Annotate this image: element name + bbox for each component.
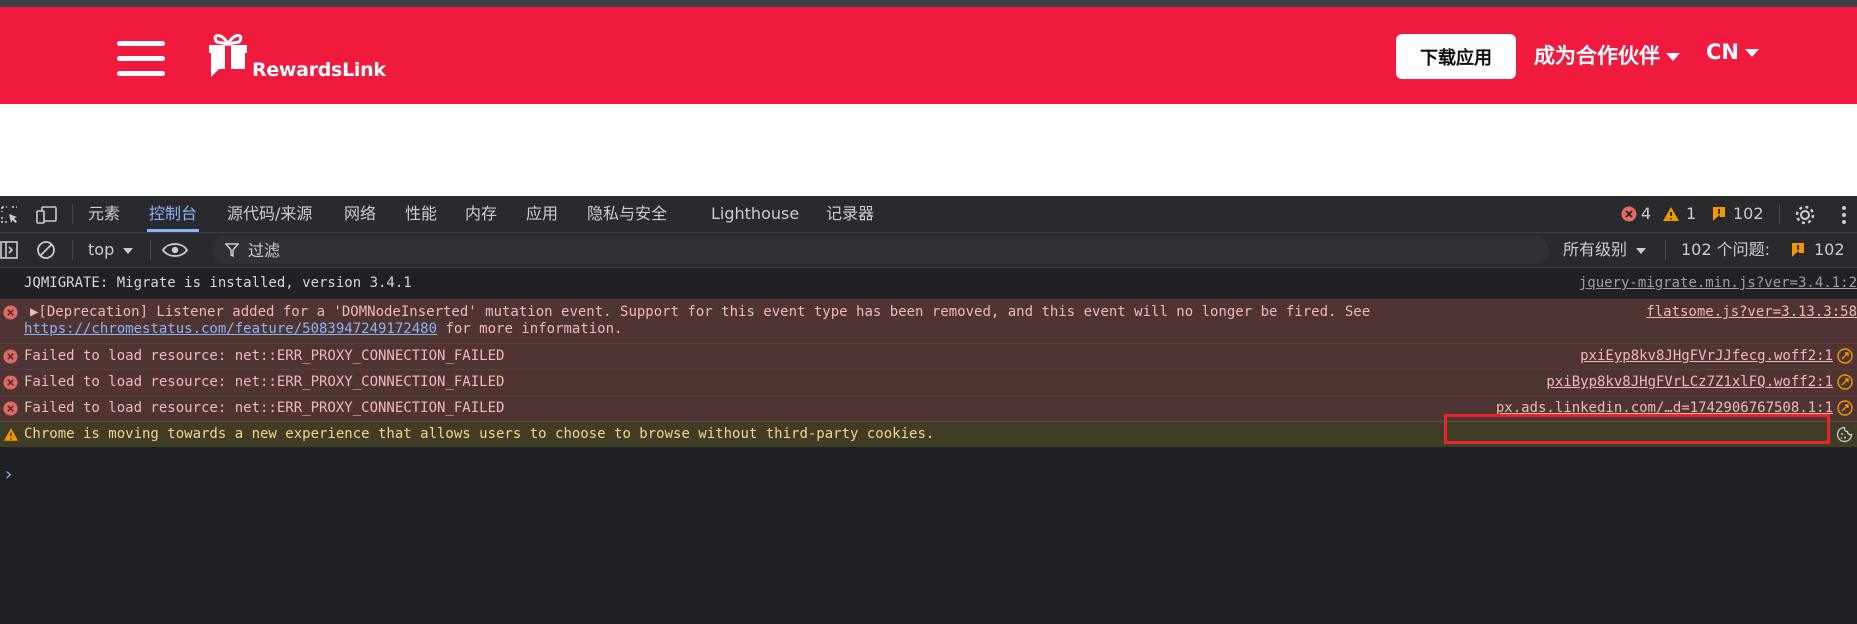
warning-icon	[1663, 207, 1679, 221]
chevron-down-icon	[1666, 53, 1680, 61]
devtools-panel: 元素 控制台 源代码/来源 网络 性能 内存 应用 隐私与安全 Lighthou…	[0, 196, 1857, 624]
divider	[72, 204, 73, 224]
console-message-text[interactable]: ▶[Deprecation] Listener added for a 'DOM…	[30, 304, 1370, 320]
brand-logo[interactable]: RewardsLink	[203, 27, 386, 87]
issues-icon	[1713, 207, 1725, 221]
console-message-tail: for more information.	[437, 321, 623, 337]
console-message-text: Failed to load resource: net::ERR_PROXY_…	[24, 348, 505, 364]
tab-memory[interactable]: 内存	[465, 196, 497, 232]
console-filterbar: top 所有级别 102 个问题: 102	[0, 233, 1857, 268]
sidebar-toggle-icon[interactable]	[0, 241, 18, 259]
tab-sources[interactable]: 源代码/来源	[227, 196, 312, 232]
filter-funnel-icon	[225, 243, 239, 257]
console-source-link[interactable]: pxiEyp8kv8JHgFVrJJfecg.woff2:1	[1580, 348, 1833, 364]
more-options-icon[interactable]	[1839, 204, 1849, 226]
highlight-annotation-box	[1444, 414, 1830, 444]
divider	[72, 240, 73, 260]
console-source-link[interactable]: flatsome.js?ver=3.13.3:58	[1646, 304, 1857, 320]
error-icon	[3, 305, 18, 320]
console-message-text: JQMIGRATE: Migrate is installed, version…	[24, 275, 412, 291]
gift-icon	[209, 34, 247, 77]
settings-gear-icon[interactable]	[1794, 204, 1816, 226]
become-partner-menu[interactable]: 成为合作伙伴	[1534, 40, 1680, 70]
network-request-icon[interactable]	[1837, 400, 1853, 416]
divider	[1779, 204, 1780, 224]
log-level-selector[interactable]: 所有级别	[1563, 233, 1647, 267]
filter-box[interactable]	[212, 236, 1549, 264]
console-message-text: Failed to load resource: net::ERR_PROXY_…	[24, 374, 505, 390]
tab-network[interactable]: 网络	[344, 196, 376, 232]
device-toolbar-icon[interactable]	[36, 205, 58, 225]
filter-input[interactable]	[248, 236, 1528, 264]
download-app-button[interactable]: 下载应用	[1396, 34, 1516, 79]
error-count[interactable]: 4	[1641, 196, 1651, 232]
tab-performance[interactable]: 性能	[405, 196, 437, 232]
language-menu[interactable]: CN	[1706, 40, 1759, 64]
live-expression-eye-icon[interactable]	[162, 242, 188, 258]
chromestatus-link[interactable]: https://chromestatus.com/feature/5083947…	[24, 321, 437, 337]
context-label: top	[88, 240, 115, 259]
tab-elements[interactable]: 元素	[88, 196, 120, 232]
tab-recorder[interactable]: 记录器	[826, 196, 874, 232]
context-selector[interactable]: top	[88, 233, 134, 267]
error-icon	[3, 375, 18, 390]
tab-lighthouse[interactable]: Lighthouse	[711, 196, 799, 232]
tab-application[interactable]: 应用	[526, 196, 558, 232]
tab-console[interactable]: 控制台	[146, 196, 200, 232]
console-message-info: JQMIGRATE: Migrate is installed, version…	[0, 270, 1857, 298]
divider	[1665, 240, 1666, 260]
inspect-element-icon[interactable]	[0, 205, 20, 225]
warning-count[interactable]: 1	[1686, 196, 1696, 232]
network-request-icon[interactable]	[1837, 374, 1853, 390]
console-prompt[interactable]: ›	[3, 464, 14, 485]
clear-console-icon[interactable]	[36, 240, 56, 260]
console-message-error: ▶[Deprecation] Listener added for a 'DOM…	[0, 299, 1857, 343]
site-header: RewardsLink 下载应用 成为合作伙伴 CN	[0, 7, 1857, 104]
issues-count[interactable]: 102	[1733, 196, 1764, 232]
error-icon	[3, 401, 18, 416]
issues-label[interactable]: 102 个问题:	[1681, 233, 1770, 267]
warning-icon	[3, 428, 19, 441]
menu-icon[interactable]	[117, 38, 167, 78]
tab-privacy-security[interactable]: 隐私与安全	[587, 196, 667, 232]
divider	[150, 240, 151, 260]
dropdown-arrow-icon	[1636, 247, 1647, 254]
error-icon	[3, 349, 18, 364]
brand-name: RewardsLink	[252, 59, 386, 81]
console-source-link[interactable]: jquery-migrate.min.js?ver=3.4.1:2	[1579, 275, 1857, 291]
dropdown-arrow-icon	[123, 247, 134, 254]
console-message-text: Chrome is moving towards a new experienc…	[24, 426, 935, 442]
language-label: CN	[1706, 40, 1739, 64]
browser-top-strip	[0, 0, 1857, 7]
issues-count-filterbar[interactable]: 102	[1814, 233, 1845, 267]
console-source-link[interactable]: pxiByp8kv8JHgFVrLCz7Z1xlFQ.woff2:1	[1546, 374, 1833, 390]
log-level-label: 所有级别	[1563, 240, 1628, 259]
error-icon	[1621, 206, 1637, 222]
console-message-continued: https://chromestatus.com/feature/5083947…	[24, 321, 622, 337]
cookie-icon[interactable]	[1836, 426, 1853, 443]
console-message-text: Failed to load resource: net::ERR_PROXY_…	[24, 400, 505, 416]
console-message-error: Failed to load resource: net::ERR_PROXY_…	[0, 369, 1857, 395]
become-partner-label: 成为合作伙伴	[1534, 44, 1660, 68]
console-message-error: Failed to load resource: net::ERR_PROXY_…	[0, 343, 1857, 369]
network-request-icon[interactable]	[1837, 348, 1853, 364]
issues-icon	[1792, 243, 1804, 257]
chevron-down-icon	[1745, 49, 1759, 57]
devtools-tabbar: 元素 控制台 源代码/来源 网络 性能 内存 应用 隐私与安全 Lighthou…	[0, 196, 1857, 233]
